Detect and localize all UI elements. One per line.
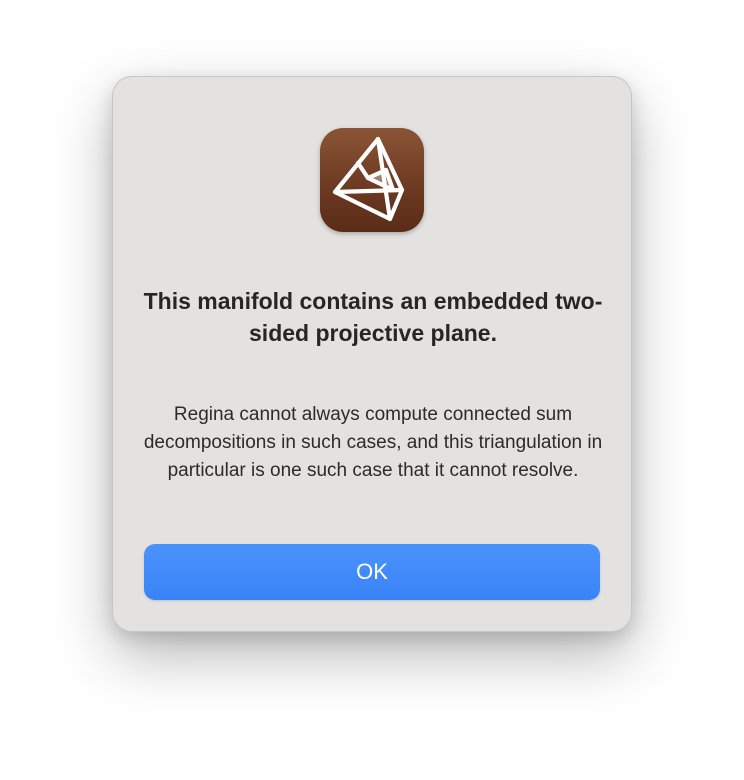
- alert-dialog: This manifold contains an embedded two-s…: [112, 76, 632, 632]
- ok-button[interactable]: OK: [144, 544, 600, 600]
- tetrahedron-icon: [332, 136, 405, 222]
- alert-message: Regina cannot always compute connected s…: [143, 404, 603, 481]
- alert-title: This manifold contains an embedded two-s…: [143, 288, 603, 346]
- regina-app-icon: [320, 128, 424, 232]
- screen: This manifold contains an embedded two-s…: [0, 0, 744, 780]
